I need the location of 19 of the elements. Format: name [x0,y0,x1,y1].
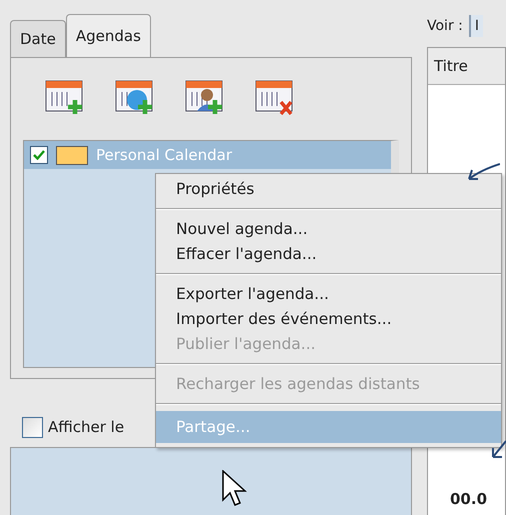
add-globe-calendar-icon[interactable] [115,80,155,116]
menu-item[interactable]: Nouvel agenda... [156,216,501,241]
column-header[interactable]: Titre [428,48,505,85]
table-cell-text: 00.0 [449,490,488,508]
menu-item[interactable]: Exporter l'agenda... [156,281,501,306]
checkbox-label: Afficher le [48,418,124,436]
view-label: Voir : [427,18,463,34]
tab[interactable]: Agendas [66,14,151,57]
menu-item[interactable]: Effacer l'agenda... [156,241,501,266]
add-person-calendar-icon[interactable] [185,80,225,116]
calendar-name: Personal Calendar [96,146,232,164]
checkbox[interactable] [30,146,48,164]
menu-item[interactable]: Propriétés [156,176,501,201]
add-calendar-icon[interactable] [45,80,85,116]
delete-calendar-icon[interactable] [255,80,295,116]
checkbox[interactable] [22,416,43,438]
menu-item[interactable]: Importer des événements... [156,306,501,331]
tab[interactable]: Date [10,20,66,57]
view-button[interactable]: I [468,15,484,37]
